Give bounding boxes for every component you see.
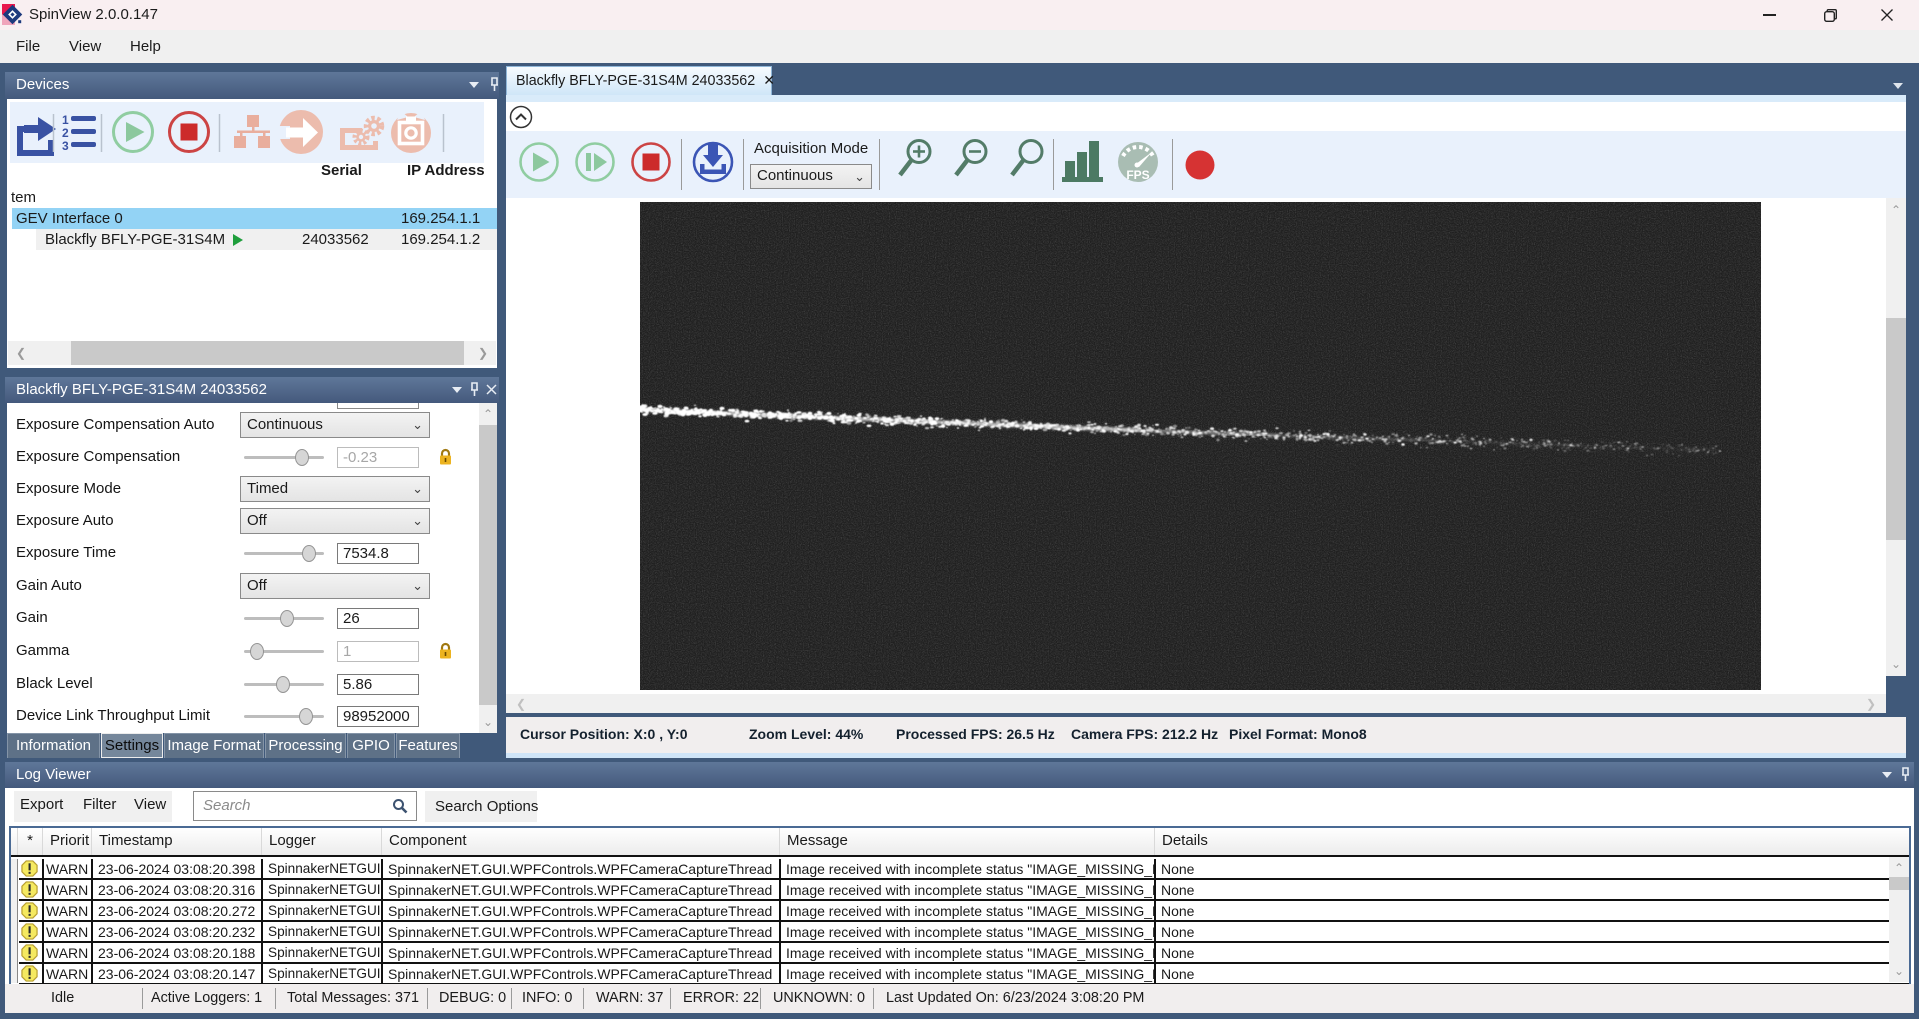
svg-text:3: 3 xyxy=(62,139,69,153)
svg-text:1: 1 xyxy=(62,113,69,127)
svg-text:FPS: FPS xyxy=(1126,168,1149,182)
svg-text:2: 2 xyxy=(62,126,69,140)
